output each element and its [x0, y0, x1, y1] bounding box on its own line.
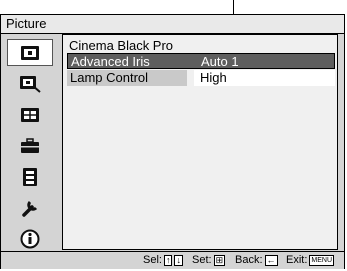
- sidebar-item-function[interactable]: [7, 163, 53, 190]
- enter-icon: ⊞: [213, 254, 226, 266]
- menu-row-advanced-iris[interactable]: Advanced Iris Auto 1: [67, 53, 335, 69]
- menu-title-bar: Picture: [1, 15, 344, 34]
- sidebar-item-information[interactable]: [7, 225, 53, 252]
- sidebar-item-screen[interactable]: [7, 101, 53, 128]
- sidebar-item-picture-adjust[interactable]: [7, 70, 53, 97]
- menu-row-lamp-control[interactable]: Lamp Control High: [67, 70, 335, 86]
- osd-menu: Picture Cinema Black Pro Advanced Iris A…: [0, 14, 345, 269]
- menu-content-panel: Cinema Black Pro Advanced Iris Auto 1 La…: [62, 34, 338, 250]
- picture-mode-label: Cinema Black Pro: [69, 38, 174, 53]
- exit-label: Exit:: [286, 254, 308, 266]
- select-hint: Sel: ↑ ↓: [143, 254, 183, 266]
- picture-adjust-icon: [20, 75, 41, 93]
- exit-hint: Exit: MENU: [286, 254, 335, 266]
- menu-row-value: High: [200, 70, 227, 85]
- wrench-icon: [22, 200, 38, 217]
- up-arrow-icon: ↑: [163, 254, 173, 266]
- menu-row-label: Advanced Iris: [71, 54, 150, 69]
- sidebar-item-setup[interactable]: [7, 132, 53, 159]
- status-bar: Sel: ↑ ↓ Set: ⊞ Back: ← Exit: MENU: [1, 251, 344, 269]
- menu-key: MENU: [309, 254, 335, 266]
- menu-sidebar: [1, 34, 58, 252]
- down-arrow-icon: ↓: [174, 254, 183, 266]
- menu-title: Picture: [6, 16, 47, 31]
- menu-row-value: Auto 1: [201, 54, 239, 69]
- screen-icon: [21, 107, 39, 122]
- select-label: Sel:: [143, 254, 162, 266]
- left-arrow-icon: ←: [264, 254, 278, 266]
- callout-line: [233, 0, 234, 14]
- function-icon: [23, 167, 37, 186]
- sidebar-item-installation[interactable]: [7, 194, 53, 221]
- back-hint: Back: ←: [235, 254, 278, 266]
- set-hint: Set: ⊞: [192, 254, 226, 266]
- set-label: Set:: [192, 254, 212, 266]
- sidebar-item-picture[interactable]: [7, 39, 53, 66]
- back-label: Back:: [235, 254, 263, 266]
- menu-row-label: Lamp Control: [70, 70, 149, 85]
- picture-icon: [21, 45, 39, 60]
- setup-icon: [21, 137, 39, 153]
- information-icon: [20, 229, 40, 248]
